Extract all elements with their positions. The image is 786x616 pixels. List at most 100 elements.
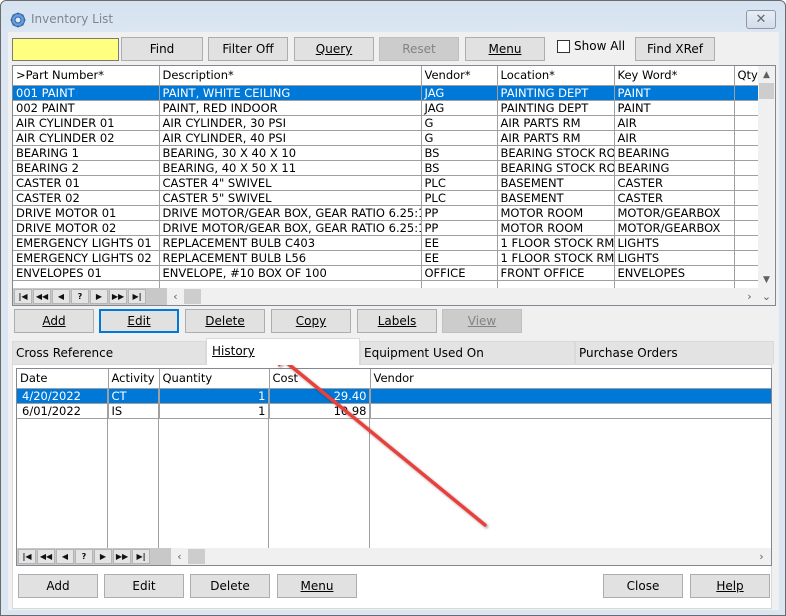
table-row[interactable]: BEARING 2 BEARING, 40 X 50 X 11 BS BEARING … — [13, 160, 765, 176]
nav-search-button[interactable]: ? — [71, 289, 89, 304]
nav-prev-page-button[interactable]: ◀◀ — [37, 549, 55, 564]
table-cell[interactable]: PLC — [421, 175, 498, 191]
table-cell[interactable]: PAINT, WHITE CEILING — [159, 85, 422, 101]
table-cell[interactable]: JAG — [421, 85, 498, 101]
labels-button[interactable]: Labels — [357, 309, 437, 333]
history-delete-button[interactable]: Delete — [190, 574, 270, 598]
table-row[interactable]: 001 PAINT PAINT, WHITE CEILING JAG PAINTING… — [13, 85, 765, 101]
table-row[interactable]: CASTER 01 CASTER 4" SWIVEL PLC BASEMENT CAST… — [13, 175, 765, 191]
table-cell[interactable]: EMERGENCY LIGHTS 01 — [13, 235, 160, 251]
scroll-right-icon[interactable]: › — [753, 548, 770, 565]
history-menu-button[interactable]: Menu — [277, 574, 357, 598]
delete-button[interactable]: Delete — [185, 309, 265, 333]
table-cell[interactable]: CASTER 01 — [13, 175, 160, 191]
window-close-button[interactable]: ✕ — [746, 10, 776, 29]
search-input[interactable] — [12, 38, 119, 61]
table-cell[interactable]: EE — [421, 250, 498, 266]
table-cell[interactable]: MOTOR ROOM — [497, 205, 615, 221]
table-cell[interactable]: G — [421, 115, 498, 131]
history-add-button[interactable]: Add — [18, 574, 98, 598]
horizontal-scroll-thumb[interactable] — [184, 289, 201, 304]
table-cell[interactable]: 4/20/2022 — [17, 388, 109, 404]
table-cell[interactable]: EE — [421, 235, 498, 251]
table-row[interactable]: AIR CYLINDER 01 AIR CYLINDER, 30 PSI G AIR … — [13, 115, 765, 131]
table-cell[interactable]: BASEMENT — [497, 175, 615, 191]
table-cell[interactable]: DRIVE MOTOR 02 — [13, 220, 160, 236]
table-cell[interactable]: CT — [108, 388, 160, 404]
tab-cross-reference[interactable]: Cross Reference — [12, 341, 206, 364]
table-cell[interactable]: BEARING, 30 X 40 X 10 — [159, 145, 422, 161]
table-cell[interactable]: MOTOR/GEARBOX — [614, 205, 735, 221]
table-cell[interactable]: PLC — [421, 190, 498, 206]
scroll-left-icon[interactable]: ‹ — [167, 288, 184, 305]
table-cell[interactable]: REPLACEMENT BULB C403 — [159, 235, 422, 251]
nav-next-page-button[interactable]: ▶▶ — [113, 549, 131, 564]
nav-prev-button[interactable]: ◀ — [52, 289, 70, 304]
table-cell[interactable]: BS — [421, 145, 498, 161]
table-cell[interactable]: AIR CYLINDER, 30 PSI — [159, 115, 422, 131]
table-cell[interactable]: AIR CYLINDER 02 — [13, 130, 160, 146]
table-cell[interactable]: AIR CYLINDER 01 — [13, 115, 160, 131]
scroll-down-icon[interactable]: ⌄ — [758, 288, 775, 305]
nav-prev-page-button[interactable]: ◀◀ — [33, 289, 51, 304]
table-row[interactable]: 6/01/2022 IS 1 10.98 — [17, 403, 771, 419]
help-button[interactable]: Help — [690, 574, 770, 598]
history-edit-button[interactable]: Edit — [104, 574, 184, 598]
table-cell[interactable]: CASTER 4" SWIVEL — [159, 175, 422, 191]
column-header[interactable]: Vendor — [370, 369, 771, 389]
show-all-checkbox[interactable]: Show All — [557, 39, 625, 53]
column-header[interactable]: >Part Number* — [13, 66, 160, 86]
table-cell[interactable]: BEARING, 40 X 50 X 11 — [159, 160, 422, 176]
nav-prev-button[interactable]: ◀ — [56, 549, 74, 564]
filter-off-button[interactable]: Filter Off — [208, 37, 288, 61]
table-row[interactable]: CASTER 02 CASTER 5" SWIVEL PLC BASEMENT CAST… — [13, 190, 765, 206]
nav-last-button[interactable]: ▶| — [132, 549, 150, 564]
table-cell[interactable]: LIGHTS — [614, 235, 735, 251]
table-cell[interactable]: BEARING 1 — [13, 145, 160, 161]
table-row[interactable]: ENVELOPES 01 ENVELOPE, #10 BOX OF 100 OFFI… — [13, 265, 765, 281]
column-header[interactable]: Date — [17, 369, 109, 389]
edit-button[interactable]: Edit — [99, 309, 179, 333]
table-cell[interactable]: AIR CYLINDER, 40 PSI — [159, 130, 422, 146]
scroll-right-icon[interactable]: › — [741, 288, 758, 305]
table-cell[interactable] — [370, 403, 771, 419]
table-cell[interactable]: BEARING STOCK ROO — [497, 160, 615, 176]
table-cell[interactable]: EMERGENCY LIGHTS 02 — [13, 250, 160, 266]
table-row[interactable]: AIR CYLINDER 02 AIR CYLINDER, 40 PSI G AIR … — [13, 130, 765, 146]
table-cell[interactable]: CASTER 02 — [13, 190, 160, 206]
add-button[interactable]: Add — [14, 309, 94, 333]
scroll-down-icon[interactable]: ▼ — [758, 271, 775, 288]
table-cell[interactable]: 1 — [159, 403, 270, 419]
nav-next-button[interactable]: ▶ — [90, 289, 108, 304]
table-cell[interactable]: ENVELOPES — [614, 265, 735, 281]
table-cell[interactable]: LIGHTS — [614, 250, 735, 266]
table-cell[interactable]: BEARING STOCK ROO — [497, 145, 615, 161]
copy-button[interactable]: Copy — [271, 309, 351, 333]
nav-next-page-button[interactable]: ▶▶ — [109, 289, 127, 304]
scroll-thumb[interactable] — [759, 83, 774, 99]
inventory-vertical-scrollbar[interactable]: ▲ ▼ — [758, 66, 775, 288]
nav-search-button[interactable]: ? — [75, 549, 93, 564]
find-xref-button[interactable]: Find XRef — [635, 37, 715, 61]
tab-purchase-orders[interactable]: Purchase Orders — [575, 341, 774, 364]
table-cell[interactable]: AIR PARTS RM — [497, 115, 615, 131]
table-cell[interactable]: BEARING 2 — [13, 160, 160, 176]
table-cell[interactable]: REPLACEMENT BULB L56 — [159, 250, 422, 266]
column-header[interactable]: Quantity — [159, 369, 270, 389]
table-cell[interactable]: 001 PAINT — [13, 85, 160, 101]
column-header[interactable]: Cost — [269, 369, 371, 389]
checkbox-box[interactable] — [557, 39, 570, 53]
table-cell[interactable]: 29.40 — [269, 388, 371, 404]
table-cell[interactable]: IS — [108, 403, 160, 419]
nav-last-button[interactable]: ▶| — [128, 289, 146, 304]
table-row[interactable]: 002 PAINT PAINT, RED INDOOR JAG PAINTING DE… — [13, 100, 765, 116]
table-cell[interactable]: PAINT — [614, 100, 735, 116]
table-cell[interactable]: AIR — [614, 130, 735, 146]
table-row[interactable]: DRIVE MOTOR 02 DRIVE MOTOR/GEAR BOX, GEAR… — [13, 220, 765, 236]
table-cell[interactable]: 1 FLOOR STOCK RM — [497, 235, 615, 251]
find-button[interactable]: Find — [121, 37, 203, 61]
reset-button[interactable]: Reset — [379, 37, 459, 61]
table-cell[interactable]: PAINTING DEPT — [497, 100, 615, 116]
table-cell[interactable]: G — [421, 130, 498, 146]
menu-button[interactable]: Menu — [465, 37, 545, 61]
